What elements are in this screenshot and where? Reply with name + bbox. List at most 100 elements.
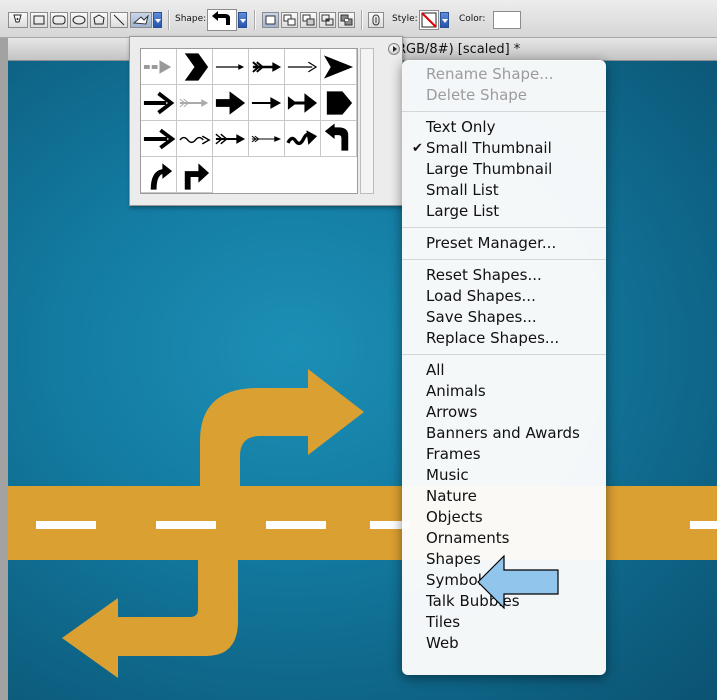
menu-item-tiles[interactable]: Tiles xyxy=(402,612,606,633)
shape-cell-arrow-thin-line[interactable] xyxy=(213,49,249,85)
shape-cell-arrow-uturn[interactable] xyxy=(321,121,357,157)
highlight-left-arrow-icon xyxy=(477,555,559,609)
add-area-button[interactable] xyxy=(281,12,298,28)
menu-item-load-shapes[interactable]: Load Shapes... xyxy=(402,286,606,307)
style-label: Style: xyxy=(392,14,418,24)
menu-item-replace-shapes[interactable]: Replace Shapes... xyxy=(402,328,606,349)
menu-item-large-thumbnail[interactable]: Large Thumbnail xyxy=(402,159,606,180)
shape-cell-arrow-triangle-head[interactable] xyxy=(321,49,357,85)
line-tool-button[interactable] xyxy=(110,12,128,28)
menu-item-small-list[interactable]: Small List xyxy=(402,180,606,201)
custom-shape-tool-button[interactable] xyxy=(130,12,152,28)
shape-cell-arrow-dashed[interactable] xyxy=(141,49,177,85)
shape-cell-arrow-thin-line-2[interactable] xyxy=(285,49,321,85)
menu-item-reset-shapes[interactable]: Reset Shapes... xyxy=(402,265,606,286)
link-layer-style-button[interactable] xyxy=(368,12,384,28)
menu-item-large-list[interactable]: Large List xyxy=(402,201,606,222)
menu-item-label: Web xyxy=(426,634,459,652)
shape-cell-arrow-bold[interactable] xyxy=(141,85,177,121)
rectangle-tool-button[interactable] xyxy=(50,12,68,28)
shape-cell-arrow-feathered-long[interactable] xyxy=(249,121,285,157)
menu-item-small-thumbnail[interactable]: ✔ Small Thumbnail xyxy=(402,138,606,159)
turn-arrow-down-left xyxy=(62,560,238,678)
shape-cell-arrow-feathered-gray[interactable] xyxy=(177,85,213,121)
menu-item-arrows[interactable]: Arrows xyxy=(402,402,606,423)
new-layer-mode-button[interactable] xyxy=(262,12,279,28)
menu-item-label: Animals xyxy=(426,382,486,400)
menu-item-label: Reset Shapes... xyxy=(426,266,542,284)
subtract-area-button[interactable] xyxy=(300,12,317,28)
menu-item-nature[interactable]: Nature xyxy=(402,486,606,507)
style-dropdown-arrow[interactable] xyxy=(440,12,449,28)
arrow-block-pentagon-icon xyxy=(326,90,353,115)
shape-picker-scrollbar[interactable] xyxy=(360,48,374,194)
arrow-thin-line-icon xyxy=(215,63,245,70)
menu-item-web[interactable]: Web xyxy=(402,633,606,654)
road-dash xyxy=(36,521,96,529)
menu-separator xyxy=(402,354,606,355)
style-swatch-none[interactable] xyxy=(419,10,439,30)
menu-item-save-shapes[interactable]: Save Shapes... xyxy=(402,307,606,328)
shape-cell-arrow-curved-turn[interactable] xyxy=(141,157,177,193)
shape-picker-panel xyxy=(129,36,403,206)
shape-cell-arrow-chevron[interactable] xyxy=(177,49,213,85)
menu-item-preset-manager[interactable]: Preset Manager... xyxy=(402,233,606,254)
menu-item-label: Music xyxy=(426,466,469,484)
shape-cell-arrow-fletched-long[interactable] xyxy=(213,121,249,157)
shape-label: Shape: xyxy=(175,14,207,24)
menu-item-text-only[interactable]: Text Only xyxy=(402,117,606,138)
arrow-bold-short-icon xyxy=(215,90,246,115)
menu-item-objects[interactable]: Objects xyxy=(402,507,606,528)
menu-item-label: Rename Shape... xyxy=(426,65,554,83)
menu-item-delete-shape: Delete Shape xyxy=(402,85,606,106)
menu-item-label: Tiles xyxy=(426,613,461,631)
arrow-wavy-icon xyxy=(179,134,211,144)
menu-item-banners-and-awards[interactable]: Banners and Awards xyxy=(402,423,606,444)
exclude-area-button[interactable] xyxy=(338,12,355,28)
arrow-triangle-head-icon xyxy=(323,54,354,79)
menu-item-all[interactable]: All xyxy=(402,360,606,381)
intersect-area-button[interactable] xyxy=(319,12,336,28)
separator xyxy=(254,10,256,30)
picker-menu-button[interactable] xyxy=(388,43,400,55)
menu-separator xyxy=(402,111,606,112)
menu-item-animals[interactable]: Animals xyxy=(402,381,606,402)
shape-cell-arrow-wavy[interactable] xyxy=(177,121,213,157)
shape-cell-arrow-fletched-line[interactable] xyxy=(249,49,285,85)
menu-item-label: Large Thumbnail xyxy=(426,160,553,178)
menu-separator xyxy=(402,259,606,260)
menu-item-ornaments[interactable]: Ornaments xyxy=(402,528,606,549)
polygon-tool-button[interactable] xyxy=(90,12,108,28)
menu-item-label: All xyxy=(426,361,445,379)
shape-dropdown-arrow[interactable] xyxy=(238,12,247,28)
shape-cell-arrow-bold-2[interactable] xyxy=(141,121,177,157)
arrow-curved-turn-icon xyxy=(150,162,173,190)
separator xyxy=(361,10,363,30)
ellipse-tool-button[interactable] xyxy=(70,12,88,28)
uturn-arrow-up xyxy=(200,369,364,486)
shape-cell-arrow-bold-short[interactable] xyxy=(213,85,249,121)
arrow-fletched-line-icon xyxy=(252,60,282,73)
menu-item-label: Replace Shapes... xyxy=(426,329,560,347)
menu-item-label: Objects xyxy=(426,508,483,526)
pen-tool-button[interactable] xyxy=(8,12,28,28)
color-swatch[interactable] xyxy=(493,11,521,29)
menu-item-label: Shapes xyxy=(426,550,481,568)
shape-cell-arrow-squiggle[interactable] xyxy=(285,121,321,157)
shape-cell-arrow-block-pentagon[interactable] xyxy=(321,85,357,121)
menu-item-rename-shape: Rename Shape... xyxy=(402,64,606,85)
road-dash xyxy=(266,521,326,529)
shape-cell-arrow-thin-line-3[interactable] xyxy=(249,85,285,121)
shape-preview-button[interactable] xyxy=(207,9,237,31)
tool-dropdown-arrow[interactable] xyxy=(153,12,162,28)
document-title: RGB/8#) [scaled] * xyxy=(397,42,521,57)
shape-cell-arrow-right-angle-turn[interactable] xyxy=(177,157,213,193)
menu-item-frames[interactable]: Frames xyxy=(402,444,606,465)
menu-item-music[interactable]: Music xyxy=(402,465,606,486)
shape-cell-arrow-fletched-bold[interactable] xyxy=(285,85,321,121)
menu-item-label: Load Shapes... xyxy=(426,287,536,305)
arrow-chevron-icon xyxy=(184,52,209,81)
arrow-fletched-bold-icon xyxy=(287,92,318,113)
menu-item-label: Banners and Awards xyxy=(426,424,580,442)
freeform-pen-button[interactable] xyxy=(30,12,48,28)
